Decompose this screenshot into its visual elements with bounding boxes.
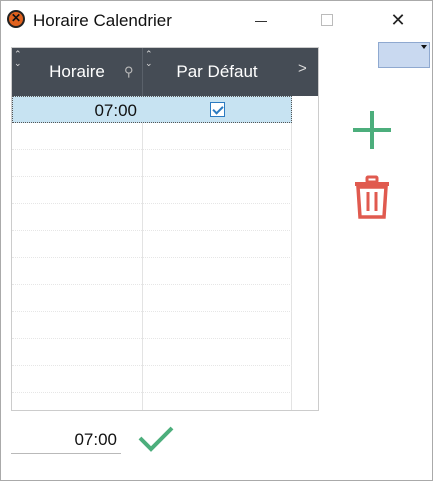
app-icon	[7, 10, 25, 28]
default-checkbox[interactable]	[210, 102, 225, 117]
add-button[interactable]	[353, 111, 391, 149]
empty-row	[12, 123, 292, 150]
dropdown-arrow-icon	[421, 45, 427, 49]
delete-button[interactable]	[354, 175, 390, 219]
window: Horaire Calendrier ✕ ⌃⌄ Horaire ⚲ ⌃⌄ Par…	[0, 0, 433, 481]
table-row[interactable]: 07:00	[12, 96, 292, 123]
window-title: Horaire Calendrier	[33, 11, 172, 30]
chevron-right-icon[interactable]: >	[298, 60, 307, 77]
column-header-label: Horaire	[49, 62, 105, 81]
column-header-label: Par Défaut	[176, 62, 258, 81]
empty-row	[12, 231, 292, 258]
empty-row	[12, 366, 292, 393]
close-icon: ✕	[390, 9, 406, 30]
empty-row	[12, 177, 292, 204]
empty-row	[12, 150, 292, 177]
close-button[interactable]: ✕	[375, 1, 421, 39]
confirm-button[interactable]	[137, 424, 175, 454]
column-header-par-defaut[interactable]: Par Défaut	[142, 48, 292, 96]
empty-row	[12, 258, 292, 285]
time-input[interactable]: 07:00	[11, 426, 121, 454]
column-header-horaire[interactable]: Horaire	[12, 48, 142, 96]
empty-row	[12, 285, 292, 312]
title-bar: Horaire Calendrier ✕	[1, 1, 432, 39]
trash-icon	[355, 175, 389, 219]
grid-header: ⌃ ⌄ Horaire ⚲ ⌃ ⌄ Par Défaut >	[12, 48, 318, 96]
checkmark-icon	[138, 426, 174, 452]
empty-row	[12, 204, 292, 231]
search-icon[interactable]: ⚲	[124, 64, 134, 80]
maximize-icon	[321, 14, 333, 26]
grid-rows: 07:00	[12, 96, 292, 410]
empty-row	[12, 312, 292, 339]
time-cell: 07:00	[94, 101, 137, 120]
minimize-icon	[255, 20, 267, 22]
dropdown-select[interactable]	[378, 42, 430, 68]
minimize-button[interactable]	[238, 1, 284, 39]
maximize-button[interactable]	[304, 1, 350, 39]
schedule-grid[interactable]: ⌃ ⌄ Horaire ⚲ ⌃ ⌄ Par Défaut > 07:00	[11, 47, 319, 411]
empty-row	[12, 339, 292, 366]
